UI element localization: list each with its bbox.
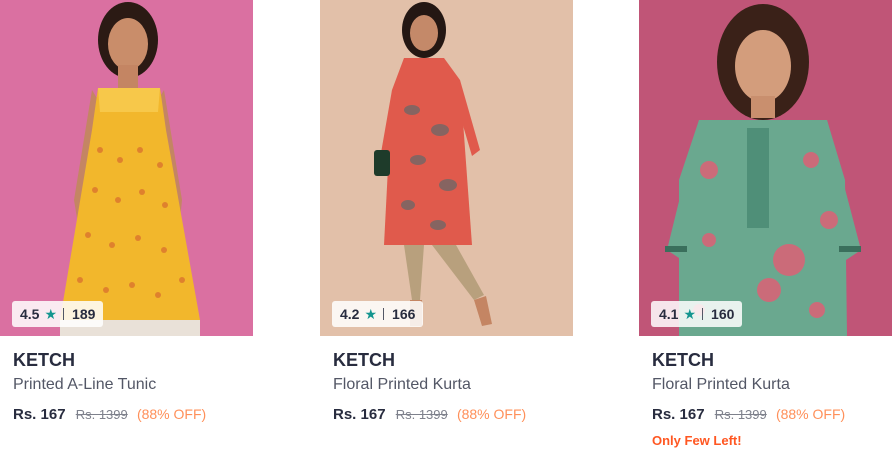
product-card[interactable]: 4.2 ★ 166 KETCH Floral Printed Kurta Rs.… <box>320 0 573 466</box>
product-name: Floral Printed Kurta <box>652 376 790 393</box>
star-icon: ★ <box>364 305 378 322</box>
discount-label: (88% OFF) <box>136 406 207 422</box>
rating-badge: 4.2 ★ 166 <box>332 301 424 327</box>
original-price: Rs. 1399 <box>714 407 767 422</box>
rating-badge: 4.1 ★ 160 <box>651 301 743 327</box>
current-price: Rs. 167 <box>13 406 66 423</box>
product-card[interactable]: 4.1 ★ 160 KETCH Floral Printed Kurta Rs.… <box>639 0 892 466</box>
product-name: Floral Printed Kurta <box>333 376 471 393</box>
discount-label: (88% OFF) <box>775 406 846 422</box>
rating-badge: 4.5 ★ 189 <box>12 301 104 327</box>
product-image[interactable] <box>639 0 892 336</box>
star-icon: ★ <box>44 305 58 322</box>
rating-count: 160 <box>711 306 735 322</box>
current-price: Rs. 167 <box>333 406 386 423</box>
rating-count: 166 <box>392 306 416 322</box>
current-price: Rs. 167 <box>652 406 705 423</box>
rating-divider <box>702 308 704 320</box>
product-brand: KETCH <box>13 350 75 370</box>
discount-label: (88% OFF) <box>456 406 527 422</box>
price-row: Rs. 167 Rs. 1399 (88% OFF) <box>13 406 206 423</box>
product-brand: KETCH <box>652 350 714 370</box>
rating-value: 4.2 <box>340 306 360 322</box>
product-name: Printed A-Line Tunic <box>13 376 157 393</box>
star-icon: ★ <box>683 305 697 322</box>
product-image[interactable] <box>320 0 573 336</box>
product-image[interactable] <box>0 0 253 336</box>
stock-warning: Only Few Left! <box>652 433 742 448</box>
rating-value: 4.1 <box>659 306 679 322</box>
product-brand: KETCH <box>333 350 395 370</box>
rating-divider <box>63 308 65 320</box>
rating-divider <box>383 308 385 320</box>
price-row: Rs. 167 Rs. 1399 (88% OFF) <box>333 406 526 423</box>
price-row: Rs. 167 Rs. 1399 (88% OFF) <box>652 406 845 423</box>
original-price: Rs. 1399 <box>395 407 448 422</box>
product-card[interactable]: 4.5 ★ 189 KETCH Printed A-Line Tunic Rs.… <box>0 0 253 466</box>
product-grid: 4.5 ★ 189 KETCH Printed A-Line Tunic Rs.… <box>0 0 894 466</box>
rating-value: 4.5 <box>20 306 40 322</box>
original-price: Rs. 1399 <box>75 407 128 422</box>
rating-count: 189 <box>72 306 96 322</box>
